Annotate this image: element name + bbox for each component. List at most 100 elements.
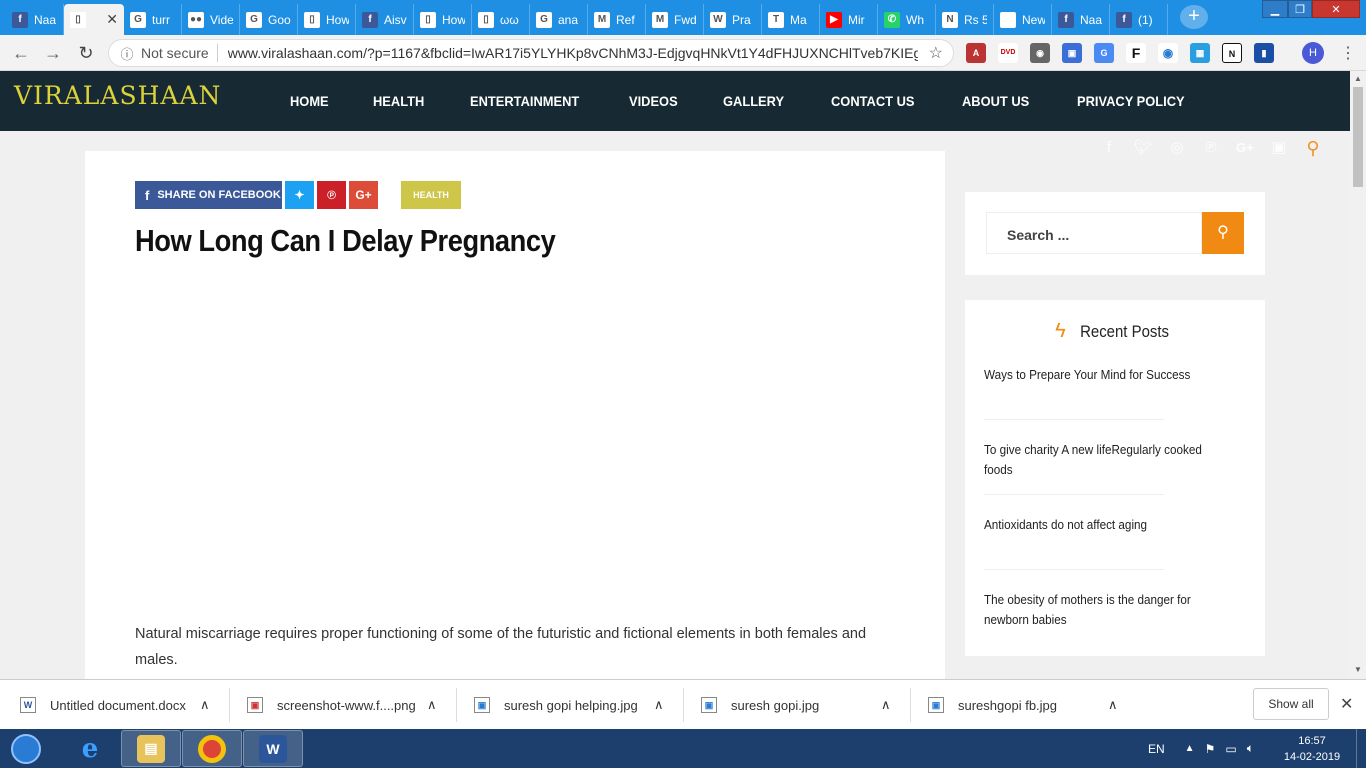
address-bar[interactable]: ⓘ Not secure www.viralashaan.com/?p=1167… — [108, 39, 954, 67]
new-tab-button[interactable]: + — [1180, 5, 1208, 29]
recent-post-link[interactable]: To give charity A new lifeRegularly cook… — [984, 440, 1209, 480]
share-google-plus-button[interactable]: G+ — [349, 181, 378, 209]
browser-tab[interactable]: ●● Vide — [182, 4, 240, 35]
window-extension-icon[interactable]: ▦ — [1190, 43, 1210, 63]
download-item[interactable]: ▣ screenshot-www.f....png — [247, 680, 416, 730]
browser-menu-icon[interactable]: ⋮ — [1340, 43, 1356, 63]
taskbar-word[interactable]: W — [243, 730, 303, 767]
back-button[interactable]: ← — [10, 42, 32, 64]
minimize-button[interactable]: ▁ — [1262, 0, 1288, 18]
browser-tab[interactable]: f Naa — [1052, 4, 1110, 35]
profile-avatar[interactable]: H — [1302, 42, 1324, 64]
twitter-icon[interactable]: 🐦︎ — [1132, 137, 1154, 159]
language-indicator[interactable]: EN — [1148, 742, 1165, 756]
share-pinterest-button[interactable]: ℗ — [317, 181, 346, 209]
recent-post-link[interactable]: Ways to Prepare Your Mind for Success — [984, 365, 1209, 385]
share-twitter-button[interactable]: ✦ — [285, 181, 314, 209]
nav-item[interactable]: ENTERTAINMENT — [470, 93, 579, 109]
share-facebook-button[interactable]: f SHARE ON FACEBOOK — [135, 181, 282, 209]
show-desktop-button[interactable] — [1356, 729, 1366, 768]
internet-explorer-icon: e — [81, 733, 99, 764]
volume-icon[interactable]: 🔈︎ — [1247, 741, 1254, 756]
maximize-button[interactable]: ❐ — [1288, 0, 1312, 18]
recent-post-link[interactable]: The obesity of mothers is the danger for… — [984, 590, 1209, 630]
download-item[interactable]: ▣ suresh gopi helping.jpg — [474, 680, 638, 730]
chevron-up-icon[interactable]: ∧ — [881, 680, 891, 730]
search-icon[interactable]: ⚲ — [1302, 137, 1324, 159]
youtube-icon[interactable]: ▣ — [1268, 137, 1290, 159]
nav-item[interactable]: CONTACT US — [831, 93, 914, 109]
taskbar-clock[interactable]: 16:57 14-02-2019 — [1282, 733, 1342, 765]
browser-tab[interactable]: T Ma — [762, 4, 820, 35]
taskbar-file-explorer[interactable]: ▤ — [121, 730, 181, 767]
browser-tab[interactable]: ▯ How — [414, 4, 472, 35]
chevron-up-icon[interactable]: ∧ — [200, 680, 210, 730]
chevron-up-icon[interactable]: ∧ — [654, 680, 664, 730]
taskbar-chrome[interactable] — [182, 730, 242, 767]
start-button[interactable] — [4, 731, 48, 767]
taskbar-internet-explorer[interactable]: e — [60, 730, 120, 767]
browser-tab[interactable]: W Pra — [704, 4, 762, 35]
nav-item[interactable]: GALLERY — [723, 93, 784, 109]
browser-tab[interactable]: M Fwd — [646, 4, 704, 35]
category-badge[interactable]: HEALTH — [401, 181, 461, 209]
pinterest-icon[interactable]: ℗ — [1200, 137, 1222, 159]
scroll-down-arrow-icon[interactable]: ▼ — [1354, 665, 1362, 674]
scrollbar-thumb[interactable] — [1353, 87, 1363, 187]
browser-tab[interactable]: M Ref — [588, 4, 646, 35]
bookmark-star-icon[interactable]: ☆ — [929, 43, 943, 63]
nav-item[interactable]: HEALTH — [373, 93, 424, 109]
browser-tab[interactable]: New Tab — [994, 4, 1052, 35]
browser-tab[interactable]: ▯ How — [298, 4, 356, 35]
site-info-icon[interactable]: ⓘ — [113, 44, 141, 63]
browser-tab[interactable]: ▶ Mir — [820, 4, 878, 35]
browser-tab[interactable]: Gana — [530, 4, 588, 35]
browser-tab[interactable]: f Naa — [6, 4, 64, 35]
close-window-button[interactable]: ✕ — [1312, 0, 1360, 18]
scroll-up-arrow-icon[interactable]: ▲ — [1354, 74, 1362, 83]
browser-tab[interactable]: f (1) — [1110, 4, 1168, 35]
video-downloader-extension-icon[interactable]: DVD — [998, 43, 1018, 63]
chevron-up-icon[interactable]: ∧ — [427, 680, 437, 730]
nav-item[interactable]: PRIVACY POLICY — [1077, 93, 1185, 109]
browser-tab[interactable]: ▯ ωω — [472, 4, 530, 35]
download-item[interactable]: W Untitled document.docx — [20, 680, 186, 730]
reload-button[interactable]: ↻ — [75, 42, 97, 64]
chevron-up-icon[interactable]: ∧ — [1108, 680, 1118, 730]
browser-tab[interactable]: N Rs 5 — [936, 4, 994, 35]
sidebar-search-input[interactable]: Search ... — [986, 212, 1202, 254]
browser-tab[interactable]: ▯ ✕ — [64, 4, 124, 35]
url-text[interactable]: www.viralashaan.com/?p=1167&fbclid=IwAR1… — [228, 45, 918, 61]
show-all-downloads-button[interactable]: Show all — [1253, 688, 1329, 720]
eye-extension-icon[interactable]: ◉ — [1158, 43, 1178, 63]
show-hidden-icons-icon[interactable]: ▲ — [1185, 743, 1195, 754]
instagram-icon[interactable]: ◎ — [1166, 137, 1188, 159]
browser-tab[interactable]: G Goo — [240, 4, 298, 35]
nav-item[interactable]: VIDEOS — [629, 93, 678, 109]
close-tab-icon[interactable]: ✕ — [106, 11, 118, 28]
translate-extension-icon[interactable]: G — [1094, 43, 1114, 63]
camera-extension-icon[interactable]: ◉ — [1030, 43, 1050, 63]
page-scrollbar[interactable]: ▲ ▼ — [1350, 71, 1366, 679]
close-shelf-icon[interactable]: ✕ — [1340, 694, 1353, 714]
action-center-flag-icon[interactable]: ⚑ — [1205, 742, 1216, 756]
nav-item[interactable]: HOME — [290, 93, 329, 109]
bookmark-extension-icon[interactable]: ▮ — [1254, 43, 1274, 63]
nav-item[interactable]: ABOUT US — [962, 93, 1029, 109]
browser-tab[interactable]: f Aisv — [356, 4, 414, 35]
browser-tab[interactable]: ✆ Wh — [878, 4, 936, 35]
site-logo[interactable]: VIRALASHAAN — [14, 81, 221, 110]
network-icon[interactable]: ▭ — [1225, 742, 1236, 756]
recent-post-link[interactable]: Antioxidants do not affect aging — [984, 515, 1209, 535]
sidebar-search-button[interactable]: ⚲ — [1202, 212, 1244, 254]
download-item[interactable]: ▣ sureshgopi fb.jpg — [928, 680, 1057, 730]
download-item[interactable]: ▣ suresh gopi.jpg — [701, 680, 819, 730]
n-extension-icon[interactable]: N — [1222, 43, 1242, 63]
screen-capture-extension-icon[interactable]: ▣ — [1062, 43, 1082, 63]
browser-tab[interactable]: Gturr — [124, 4, 182, 35]
forward-button[interactable]: → — [42, 42, 64, 64]
f-extension-icon[interactable]: F — [1126, 43, 1146, 63]
google-plus-icon[interactable]: G+ — [1234, 137, 1256, 159]
facebook-icon[interactable]: f — [1098, 137, 1120, 159]
acrobat-extension-icon[interactable]: A — [966, 43, 986, 63]
